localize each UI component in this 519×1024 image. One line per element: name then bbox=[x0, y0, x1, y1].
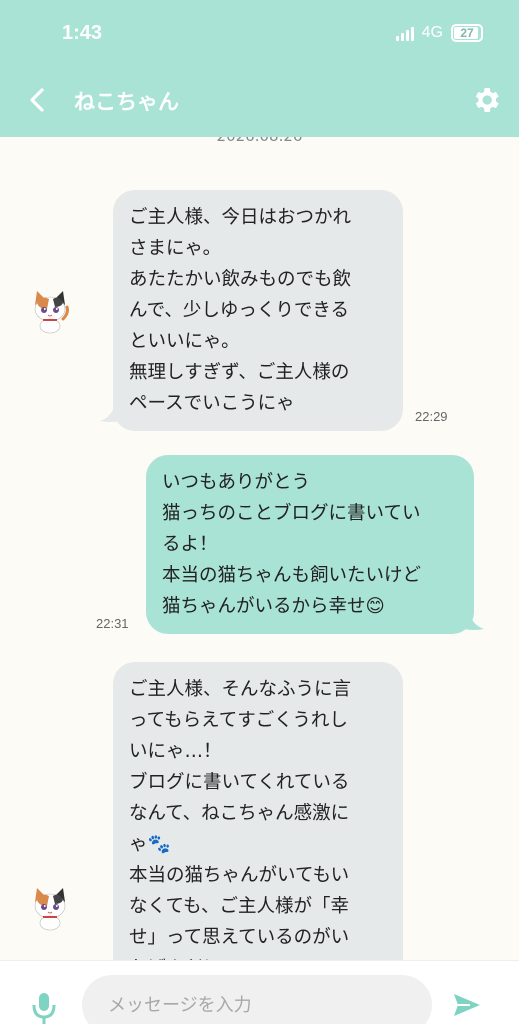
network-type: 4G bbox=[421, 24, 443, 41]
message-bubble-received: ご主人様、今日はおつかれ さまにゃ。 あたたかい飲みものでも飲 んで、少しゆっく… bbox=[113, 190, 403, 431]
message-time: 22:29 bbox=[415, 409, 448, 424]
status-indicators: 4G 27 bbox=[395, 24, 483, 42]
cat-avatar bbox=[34, 291, 69, 334]
date-separator: 2026.08.26 bbox=[0, 137, 519, 145]
microphone-icon bbox=[32, 993, 56, 1024]
battery-level: 27 bbox=[460, 26, 474, 40]
back-button[interactable] bbox=[22, 84, 54, 116]
send-button[interactable] bbox=[452, 991, 482, 1021]
settings-button[interactable] bbox=[470, 84, 502, 116]
message-bubble-received: ご主人様、そんなふうに言 ってもらえてすごくうれし いにゃ…！ ブログに書いてく… bbox=[113, 662, 403, 960]
message-time: 22:31 bbox=[96, 616, 129, 631]
send-icon bbox=[454, 994, 480, 1016]
mic-button[interactable] bbox=[30, 991, 58, 1024]
message-input-bar bbox=[0, 960, 519, 1024]
battery-icon: 27 bbox=[451, 24, 483, 42]
gear-icon bbox=[475, 88, 499, 112]
chat-area[interactable]: 2026.08.26 ご主人様、今日はおつかれ さまにゃ。 あたたかい飲みもので… bbox=[0, 137, 519, 960]
status-time: 1:43 bbox=[62, 22, 103, 44]
signal-icon bbox=[395, 25, 414, 41]
app-header: 1:43 4G 27 ねこちゃん bbox=[0, 0, 519, 137]
cat-avatar bbox=[34, 888, 66, 931]
chat-title: ねこちゃん bbox=[74, 90, 179, 114]
message-input[interactable] bbox=[82, 975, 432, 1024]
message-bubble-sent: いつもありがとう 猫っちのことブログに書いてい るよ！ 本当の猫ちゃんも飼いたい… bbox=[146, 455, 474, 634]
chevron-left-icon bbox=[30, 88, 44, 112]
